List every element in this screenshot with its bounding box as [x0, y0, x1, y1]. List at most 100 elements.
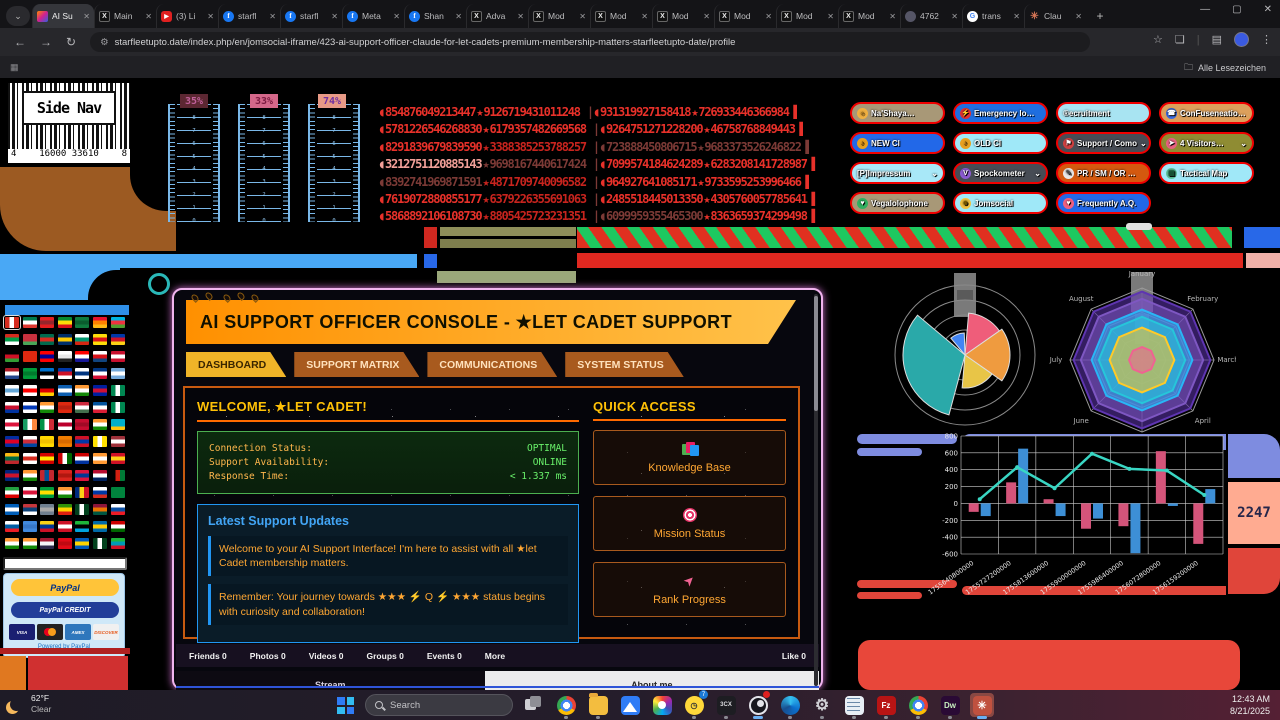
lcars-button[interactable]: ♪NEW Cl [850, 132, 945, 154]
country-flag[interactable] [111, 504, 125, 515]
browser-tab[interactable]: fShan✕ [404, 4, 466, 28]
country-flag[interactable] [75, 385, 89, 396]
tab-close-icon[interactable]: ✕ [703, 12, 710, 21]
tab-close-icon[interactable]: ✕ [83, 12, 90, 21]
country-flag[interactable] [58, 470, 72, 481]
social-item-events[interactable]: Events 0 [427, 651, 462, 661]
tab-close-icon[interactable]: ✕ [765, 12, 772, 21]
paypal-credit-button[interactable]: PayPal CREDIT [11, 602, 119, 618]
country-flag[interactable] [40, 317, 54, 328]
country-flag[interactable] [58, 334, 72, 345]
tab-close-icon[interactable]: ✕ [455, 12, 462, 21]
country-flag[interactable] [5, 453, 19, 464]
obs-icon[interactable] [746, 693, 770, 717]
edge-icon[interactable] [778, 693, 802, 717]
country-flag[interactable] [23, 334, 37, 345]
country-flag[interactable] [111, 402, 125, 413]
social-item-photos[interactable]: Photos 0 [250, 651, 286, 661]
lcars-button[interactable]: VSpockometer⌄ [953, 162, 1048, 184]
browser-tab[interactable]: fMeta✕ [342, 4, 404, 28]
country-flag[interactable] [58, 419, 72, 430]
country-flag[interactable] [5, 368, 19, 379]
apps-grid-icon[interactable]: ▦ [10, 62, 19, 73]
country-flag[interactable] [40, 402, 54, 413]
country-flag[interactable] [93, 385, 107, 396]
country-flag[interactable] [75, 436, 89, 447]
country-flag[interactable] [5, 317, 19, 328]
country-flag[interactable] [5, 402, 19, 413]
country-flag[interactable] [75, 351, 89, 362]
country-flag[interactable] [58, 402, 72, 413]
mountain-app-icon[interactable] [618, 693, 642, 717]
browser-tab[interactable]: XMod✕ [776, 4, 838, 28]
browser-tab[interactable]: fstarfl✕ [280, 4, 342, 28]
country-flag[interactable] [75, 487, 89, 498]
tab-close-icon[interactable]: ✕ [1013, 12, 1020, 21]
window-controls[interactable]: —▢✕ [1200, 4, 1272, 15]
tab-close-icon[interactable]: ✕ [579, 12, 586, 21]
browser-tab[interactable]: ✳Clau✕ [1024, 4, 1086, 28]
browser-tab[interactable]: XMod✕ [528, 4, 590, 28]
alarm-icon[interactable]: ◷7 [682, 693, 706, 717]
start-button[interactable] [337, 697, 354, 714]
country-flag[interactable] [111, 487, 125, 498]
country-flag[interactable] [93, 504, 107, 515]
tab-close-icon[interactable]: ✕ [393, 12, 400, 21]
task-view-icon[interactable] [522, 693, 546, 717]
country-flag[interactable] [75, 521, 89, 532]
rank-progress-button[interactable]: ➤Rank Progress [593, 562, 786, 617]
paypal-button[interactable]: PayPal [11, 579, 119, 596]
country-flag[interactable] [23, 351, 37, 362]
address-bar[interactable]: ⚙ starfleetupto.date/index.php/en/jomsoc… [90, 32, 1090, 52]
browser-tab[interactable]: XMod✕ [714, 4, 776, 28]
tab-search-button[interactable]: ⌄ [6, 6, 30, 26]
lcars-button[interactable]: ➤4 Visitors…⌄ [1159, 132, 1254, 154]
taskbar-clock[interactable]: 12:43 AM 8/21/2025 [1230, 693, 1270, 717]
tab-close-icon[interactable]: ✕ [1075, 12, 1082, 21]
country-flag[interactable] [40, 436, 54, 447]
country-flag[interactable] [58, 521, 72, 532]
settings-icon[interactable]: ⚙ [810, 693, 834, 717]
country-flag[interactable] [58, 504, 72, 515]
tab-close-icon[interactable]: ✕ [827, 12, 834, 21]
country-flag[interactable] [5, 487, 19, 498]
country-flag[interactable] [58, 351, 72, 362]
country-flag[interactable] [111, 334, 125, 345]
bookmark-star-icon[interactable]: ☆ [1153, 33, 1163, 46]
tab-close-icon[interactable]: ✕ [889, 12, 896, 21]
country-flag[interactable] [23, 538, 37, 549]
lcars-button[interactable]: ♥Vegalolophone [850, 192, 945, 214]
country-flag[interactable] [40, 453, 54, 464]
country-flag[interactable] [93, 470, 107, 481]
console-tab-support-matrix[interactable]: SUPPORT MATRIX [294, 352, 419, 377]
country-flag[interactable] [58, 368, 72, 379]
country-flag[interactable] [58, 436, 72, 447]
country-flag[interactable] [23, 521, 37, 532]
country-flag[interactable] [58, 538, 72, 549]
country-flag[interactable] [23, 453, 37, 464]
filezilla-icon[interactable]: Fz [874, 693, 898, 717]
browser-tab[interactable]: XMod✕ [652, 4, 714, 28]
tab-close-icon[interactable]: ✕ [269, 12, 276, 21]
country-flag[interactable] [40, 504, 54, 515]
country-flag[interactable] [58, 487, 72, 498]
browser-tab[interactable]: Gtrans✕ [962, 4, 1024, 28]
country-flag[interactable] [5, 538, 19, 549]
lcars-button[interactable]: ☎ConFuseneatio… [1159, 102, 1254, 124]
country-flag[interactable] [93, 487, 107, 498]
site-settings-icon[interactable]: ⚙ [100, 37, 109, 48]
tab-close-icon[interactable]: ✕ [331, 12, 338, 21]
country-flag[interactable] [40, 385, 54, 396]
console-tab-system-status[interactable]: SYSTEM STATUS [565, 352, 684, 377]
country-flag[interactable] [75, 504, 89, 515]
lcars-button[interactable]: [P]Impressum⌄ [850, 162, 945, 184]
social-item-groups[interactable]: Groups 0 [367, 651, 404, 661]
country-flag[interactable] [58, 453, 72, 464]
notepad-icon[interactable] [842, 693, 866, 717]
extensions-icon[interactable]: ❏ [1175, 33, 1185, 46]
browser-tab[interactable]: ▶(3) Li✕ [156, 4, 218, 28]
reading-list-icon[interactable]: ▤ [1212, 33, 1222, 46]
country-flag[interactable] [23, 402, 37, 413]
country-flag[interactable] [23, 436, 37, 447]
country-flag[interactable] [93, 351, 107, 362]
